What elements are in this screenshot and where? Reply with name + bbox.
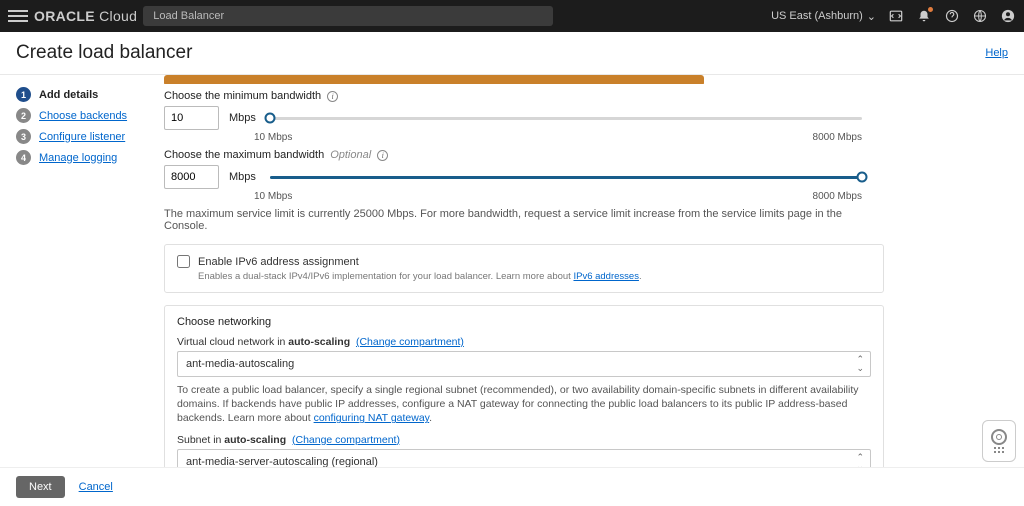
min-bandwidth-input[interactable] — [164, 106, 219, 130]
dev-tools-icon[interactable] — [888, 8, 904, 24]
page-title: Create load balancer — [16, 42, 192, 64]
floating-help-button[interactable] — [982, 420, 1016, 462]
min-bandwidth-label: Choose the minimum bandwidth i — [164, 90, 884, 102]
help-link[interactable]: Help — [985, 47, 1008, 59]
ipv6-panel: Enable IPv6 address assignment Enables a… — [164, 244, 884, 293]
chevron-down-icon: ⌄ — [856, 364, 864, 373]
cancel-link[interactable]: Cancel — [79, 481, 113, 493]
slider-thumb[interactable] — [264, 113, 275, 124]
subnet-change-compartment-link[interactable]: (Change compartment) — [292, 434, 400, 446]
wizard-nav: 1 Add details 2 Choose backends 3 Config… — [0, 75, 158, 481]
nat-gateway-link[interactable]: configuring NAT gateway — [314, 412, 430, 424]
user-icon[interactable] — [1000, 8, 1016, 24]
globe-icon[interactable] — [972, 8, 988, 24]
ipv6-check-row[interactable]: Enable IPv6 address assignment — [177, 255, 871, 268]
lifebuoy-icon — [991, 429, 1007, 445]
bell-icon[interactable] — [916, 8, 932, 24]
ipv6-label: Enable IPv6 address assignment — [198, 256, 359, 268]
max-bandwidth-input[interactable] — [164, 165, 219, 189]
wizard-step-label: Add details — [39, 89, 98, 101]
region-label: US East (Ashburn) — [771, 10, 863, 22]
networking-help-text: To create a public load balancer, specif… — [177, 383, 871, 426]
slider-thumb[interactable] — [857, 172, 868, 183]
subnet-value: ant-media-server-autoscaling (regional) — [186, 456, 378, 468]
max-bandwidth-label: Choose the maximum bandwidth Optional i — [164, 149, 884, 161]
vcn-value: ant-media-autoscaling — [186, 358, 294, 370]
next-button[interactable]: Next — [16, 476, 65, 498]
info-icon[interactable]: i — [377, 150, 388, 161]
networking-heading: Choose networking — [177, 316, 871, 328]
unit-label: Mbps — [229, 171, 256, 183]
wizard-step-configure-listener[interactable]: 3 Configure listener — [16, 129, 148, 144]
vcn-select[interactable]: ant-media-autoscaling ⌃ ⌄ — [177, 351, 871, 377]
wizard-step-label: Manage logging — [39, 152, 117, 164]
slider-tick-low: 10 Mbps — [254, 132, 292, 143]
region-selector[interactable]: US East (Ashburn) ⌄ — [771, 10, 876, 23]
max-bandwidth-slider[interactable] — [270, 176, 862, 179]
info-icon[interactable]: i — [327, 91, 338, 102]
subnet-label: Subnet in auto-scaling (Change compartme… — [177, 434, 871, 446]
brand: ORACLE Cloud — [34, 8, 137, 24]
ipv6-checkbox[interactable] — [177, 255, 190, 268]
slider-tick-high: 8000 Mbps — [813, 132, 862, 143]
menu-icon[interactable] — [8, 6, 28, 26]
main-content: Choose the minimum bandwidth i Mbps 10 M… — [158, 75, 1024, 481]
ipv6-learn-link[interactable]: IPv6 addresses — [573, 271, 638, 282]
wizard-step-label: Choose backends — [39, 110, 127, 122]
unit-label: Mbps — [229, 112, 256, 124]
vcn-label: Virtual cloud network in auto-scaling (C… — [177, 336, 871, 348]
wizard-step-manage-logging[interactable]: 4 Manage logging — [16, 150, 148, 165]
slider-tick-low: 10 Mbps — [254, 191, 292, 202]
chevron-down-icon: ⌄ — [867, 10, 876, 23]
top-nav: ORACLE Cloud Load Balancer US East (Ashb… — [0, 0, 1024, 32]
vcn-change-compartment-link[interactable]: (Change compartment) — [356, 336, 464, 348]
min-bandwidth-slider[interactable] — [270, 117, 862, 120]
wizard-step-label: Configure listener — [39, 131, 125, 143]
drag-handle-icon — [994, 447, 1005, 454]
networking-panel: Choose networking Virtual cloud network … — [164, 305, 884, 481]
nav-right: US East (Ashburn) ⌄ — [771, 8, 1016, 24]
page-header: Create load balancer Help — [0, 32, 1024, 75]
ipv6-desc: Enables a dual-stack IPv4/IPv6 implement… — [198, 271, 871, 282]
wizard-step-choose-backends[interactable]: 2 Choose backends — [16, 108, 148, 123]
wizard-step-add-details[interactable]: 1 Add details — [16, 87, 148, 102]
slider-tick-high: 8000 Mbps — [813, 191, 862, 202]
service-limit-text: The maximum service limit is currently 2… — [164, 208, 884, 232]
footer: Next Cancel — [0, 467, 1024, 506]
search-input[interactable]: Load Balancer — [143, 6, 553, 26]
help-icon[interactable] — [944, 8, 960, 24]
